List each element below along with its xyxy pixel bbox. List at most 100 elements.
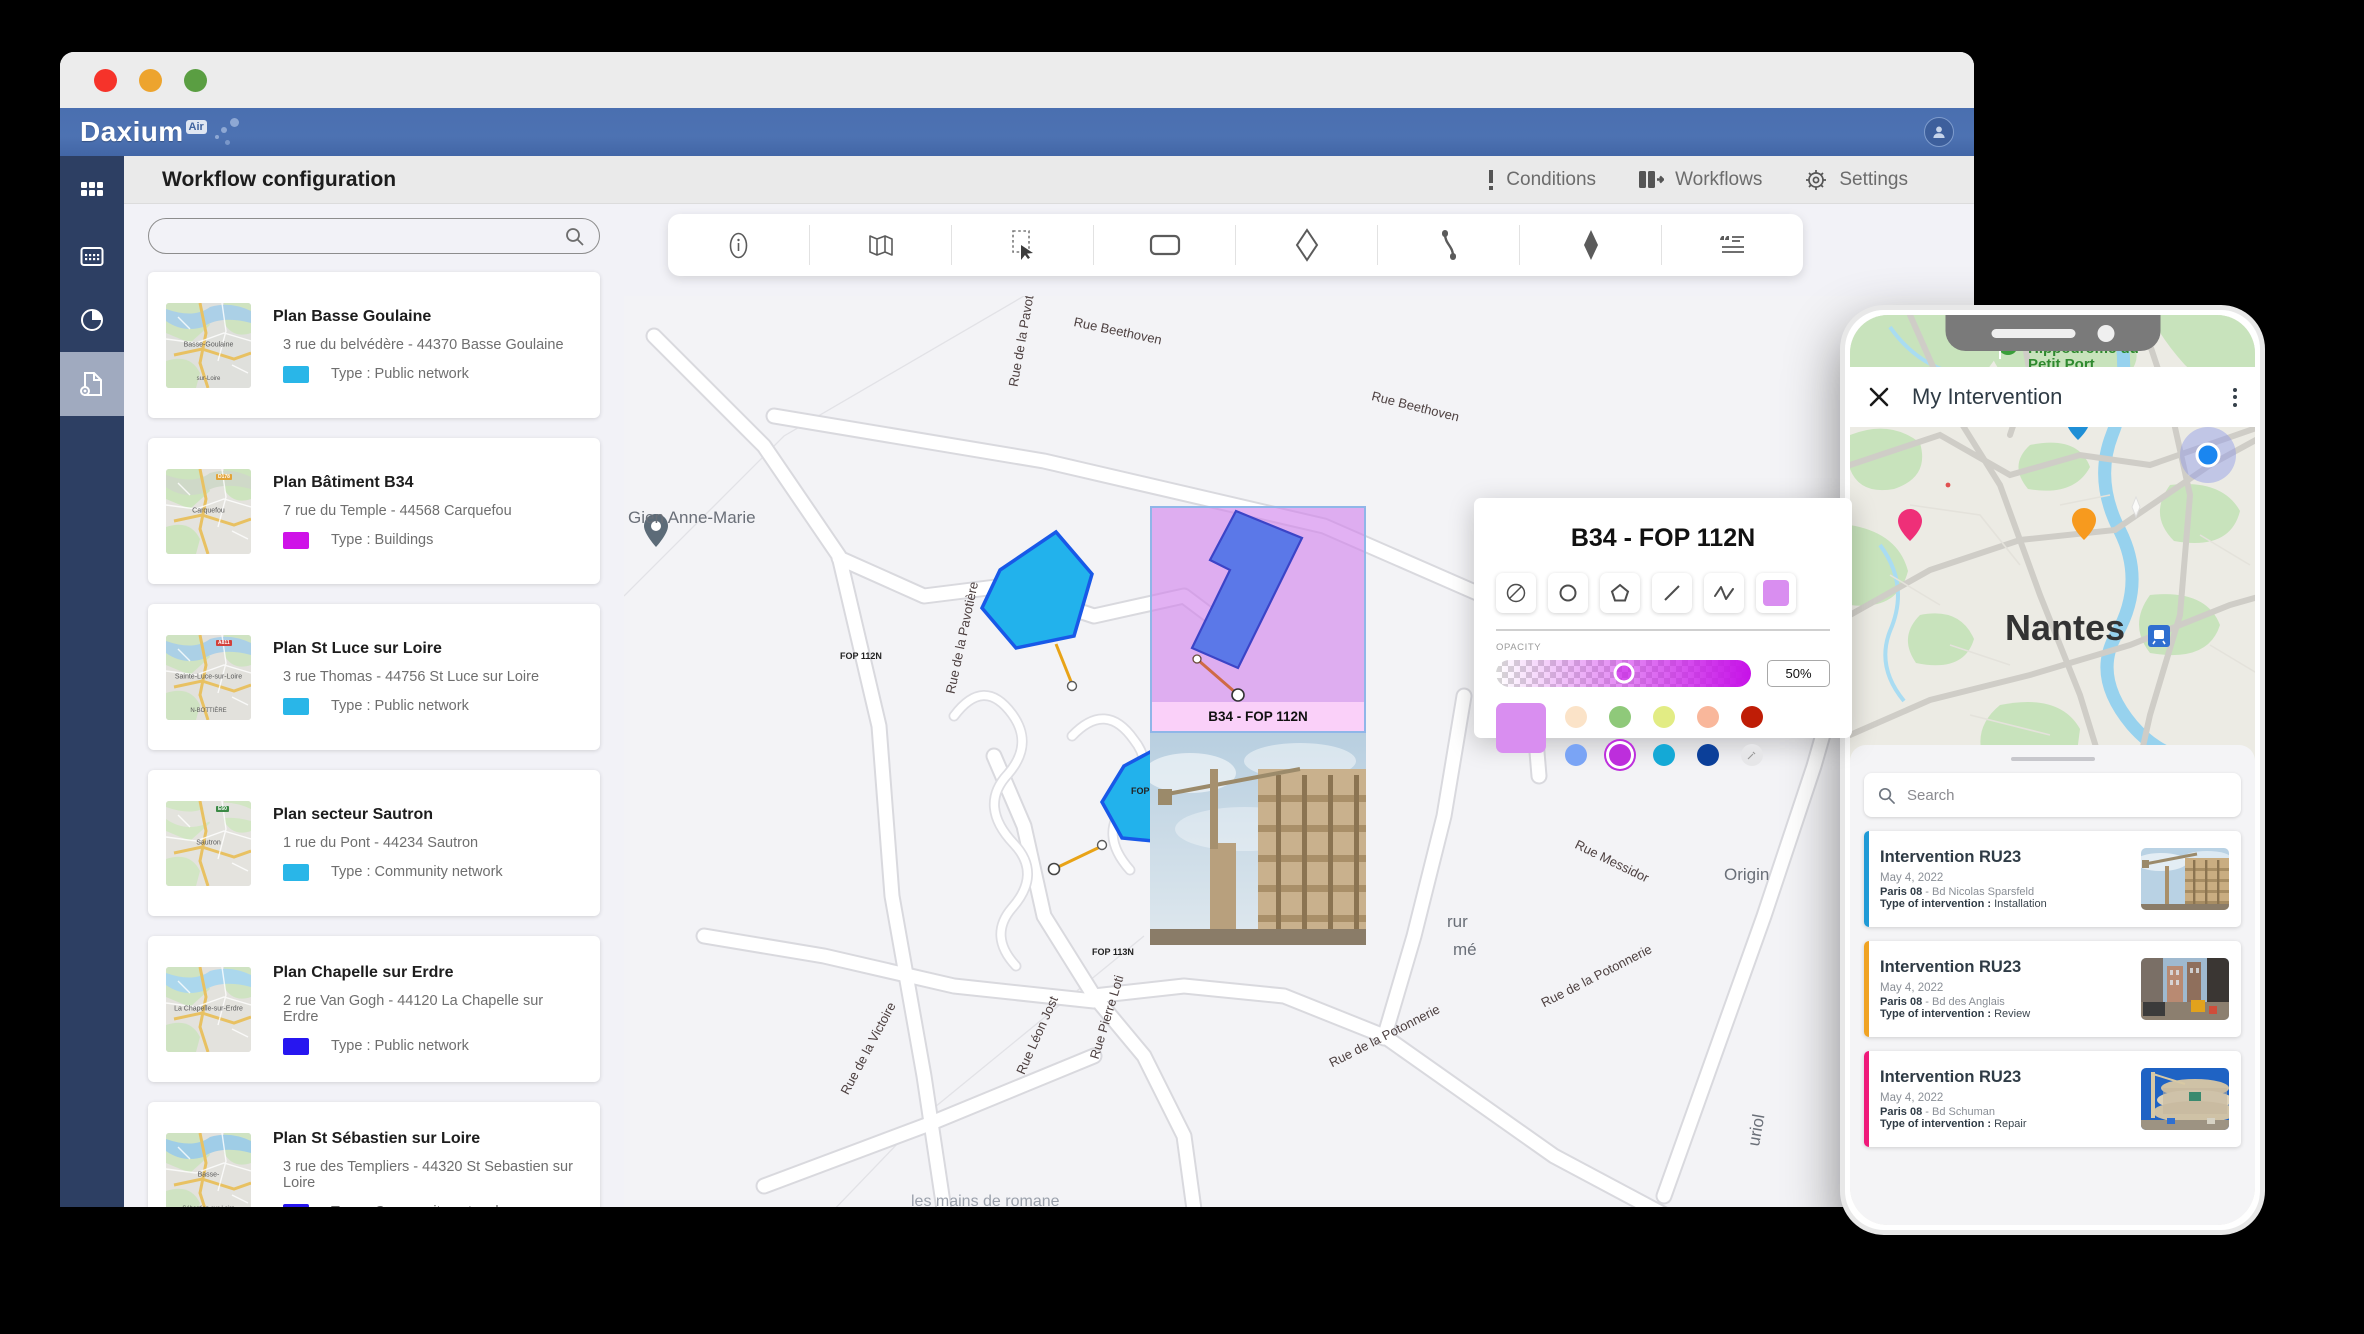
- plan-card[interactable]: A811 Sainte-Luce-sur-Loire N-BOTTIÈRE Plan …: [148, 604, 600, 750]
- logo-bubbles-decoration: [211, 118, 251, 146]
- polyline-tool[interactable]: [1704, 573, 1744, 613]
- palette-color-swatch[interactable]: [1565, 743, 1587, 766]
- plan-card[interactable]: E60 Sautron Plan secteur Sautron 1 rue du P…: [148, 770, 600, 916]
- tab-conditions[interactable]: Conditions: [1487, 168, 1596, 192]
- tab-settings-label: Settings: [1839, 168, 1908, 190]
- palette-color-swatch[interactable]: [1653, 743, 1675, 766]
- tab-settings[interactable]: Settings: [1804, 168, 1908, 192]
- intervention-card[interactable]: Intervention RU23 May 4, 2022 Paris 08 - B…: [1864, 1051, 2241, 1147]
- search-icon: [1878, 787, 1895, 804]
- info-tool[interactable]: [668, 225, 810, 265]
- intervention-card[interactable]: Intervention RU23 May 4, 2022 Paris 08 - B…: [1864, 831, 2241, 927]
- opacity-value[interactable]: 50%: [1767, 659, 1830, 687]
- intervention-text: Intervention RU23 May 4, 2022 Paris 08 - B…: [1880, 958, 2141, 1020]
- selected-area[interactable]: B34 - FOP 112N: [1150, 506, 1366, 733]
- sheet-grabber[interactable]: [2010, 757, 2095, 761]
- opacity-slider[interactable]: [1496, 659, 1751, 687]
- plan-thumb-label: La Chapelle-sur-Erdre: [174, 1005, 243, 1013]
- tab-workflows-label: Workflows: [1675, 168, 1763, 190]
- diamond-filled-icon: [1583, 230, 1598, 260]
- plan-type-color-swatch: [283, 697, 309, 715]
- exclamation-icon: [1489, 169, 1494, 190]
- intervention-photo: [2141, 848, 2229, 910]
- plan-card[interactable]: Basse-Goulaine sur-Loire Plan Basse Goulai…: [148, 272, 600, 418]
- grid-icon: [81, 182, 103, 196]
- intervention-card[interactable]: Intervention RU23 May 4, 2022 Paris 08 - B…: [1864, 941, 2241, 1037]
- map-pin-icon[interactable]: [2072, 508, 2096, 540]
- plan-name: Plan St Luce sur Loire: [273, 639, 442, 657]
- plan-thumb-tag: E60: [216, 805, 229, 812]
- plan-thumb-sublabel: Sébastien-sur-Loire: [166, 1206, 251, 1208]
- pentagon-tool[interactable]: [1600, 573, 1640, 613]
- style-panel[interactable]: B34 - FOP 112N OPACITY 50%: [1474, 498, 1852, 766]
- search-input[interactable]: [148, 218, 600, 254]
- plan-info: Plan Chapelle sur Erdre 2 rue Van Gogh - …: [273, 964, 582, 1055]
- palette-color-swatch[interactable]: [1741, 705, 1763, 728]
- map-street-label: les mains de romane: [911, 1193, 1060, 1207]
- legend-tool[interactable]: [1662, 225, 1803, 265]
- rectangle-tool[interactable]: [1094, 225, 1236, 265]
- plan-thumb-tag: D178: [216, 473, 232, 480]
- intervention-district: Paris 08: [1880, 886, 1923, 898]
- palette-color-swatch[interactable]: [1609, 705, 1631, 728]
- intervention-date: May 4, 2022: [1880, 1092, 1944, 1104]
- palette-color-swatch[interactable]: [1565, 705, 1587, 728]
- current-color-swatch[interactable]: [1496, 702, 1546, 753]
- map-street-label: FOP 112N: [840, 651, 882, 661]
- eyedropper-icon[interactable]: [1741, 743, 1763, 766]
- connector-tool[interactable]: [1378, 225, 1520, 265]
- close-window-button[interactable]: [94, 68, 117, 92]
- polygon-tool[interactable]: [1236, 225, 1378, 265]
- map-canvas[interactable]: Rue GustaveRue BeethovenRue BeethovenRue…: [624, 296, 1974, 1207]
- map-street-label: Origin: [1724, 865, 1770, 884]
- palette-color-swatch[interactable]: [1697, 743, 1719, 766]
- app-body: Workflow configuration Conditions Workfl…: [60, 156, 1974, 1207]
- sidebar-item-reports[interactable]: [60, 288, 124, 352]
- plan-thumbnail: Basse-Goulaine sur-Loire: [166, 302, 251, 388]
- map-tool[interactable]: [810, 225, 952, 265]
- divider: [1496, 629, 1830, 631]
- palette-color-swatch[interactable]: [1609, 743, 1631, 766]
- plan-name: Plan Basse Goulaine: [273, 307, 432, 325]
- intervention-street: - Bd Nicolas Sparsfeld: [1925, 886, 2035, 898]
- phone-search-box[interactable]: Search: [1864, 773, 2241, 817]
- search-icon[interactable]: [565, 227, 584, 246]
- phone-search-placeholder: Search: [1907, 786, 1955, 804]
- top-nav: Conditions Workflows Settings: [1487, 168, 1974, 192]
- filled-shape-tool[interactable]: [1520, 225, 1662, 265]
- no-fill-tool[interactable]: [1496, 573, 1536, 613]
- user-avatar[interactable]: [1924, 117, 1954, 147]
- plan-info: Plan secteur Sautron 1 rue du Pont - 4423…: [273, 806, 503, 881]
- plan-card[interactable]: D178 Carquefou Plan Bâtiment B34 7 rue du T…: [148, 438, 600, 584]
- minimize-window-button[interactable]: [139, 68, 162, 92]
- selected-area-title: B34 - FOP 112N: [1152, 702, 1364, 731]
- palette-color-swatch[interactable]: [1697, 705, 1719, 728]
- phone-title: My Intervention: [1912, 384, 2063, 409]
- eyedropper-glyph: [1747, 751, 1756, 759]
- map-pin-icon[interactable]: [1898, 509, 1922, 541]
- maximize-window-button[interactable]: [184, 68, 207, 92]
- opacity-slider-handle[interactable]: [1613, 662, 1634, 684]
- select-tool[interactable]: [952, 225, 1094, 265]
- intervention-district: Paris 08: [1880, 996, 1923, 1008]
- fill-color-tool[interactable]: [1756, 573, 1796, 613]
- content-column: Workflow configuration Conditions Workfl…: [124, 156, 1974, 1207]
- sidebar-item-apps[interactable]: [60, 160, 124, 224]
- intervention-text: Intervention RU23 May 4, 2022 Paris 08 - B…: [1880, 848, 2141, 910]
- circle-tool[interactable]: [1548, 573, 1588, 613]
- plan-type: Type : Buildings: [273, 531, 512, 549]
- plan-type-label: Type : Public network: [331, 698, 469, 714]
- line-tool[interactable]: [1652, 573, 1692, 613]
- close-icon[interactable]: [1868, 386, 1890, 408]
- pin-glyph: [2072, 508, 2096, 540]
- kebab-menu-icon[interactable]: [2233, 387, 2237, 407]
- plan-address: 2 rue Van Gogh - 44120 La Chapelle sur E…: [283, 992, 544, 1025]
- app-logo[interactable]: Daxium Air: [80, 118, 207, 146]
- palette-color-swatch[interactable]: [1653, 705, 1675, 728]
- sidebar-item-documents[interactable]: [60, 352, 124, 416]
- plan-card[interactable]: Basse- Sébastien-sur-Loire Plan St Sébasti…: [148, 1102, 600, 1207]
- tab-workflows[interactable]: Workflows: [1638, 169, 1762, 191]
- sidebar-item-calendar[interactable]: [60, 224, 124, 288]
- plan-card[interactable]: La Chapelle-sur-Erdre Plan Chapelle sur E…: [148, 936, 600, 1082]
- plan-address: 3 rue Thomas - 44756 St Luce sur Loire: [283, 668, 540, 685]
